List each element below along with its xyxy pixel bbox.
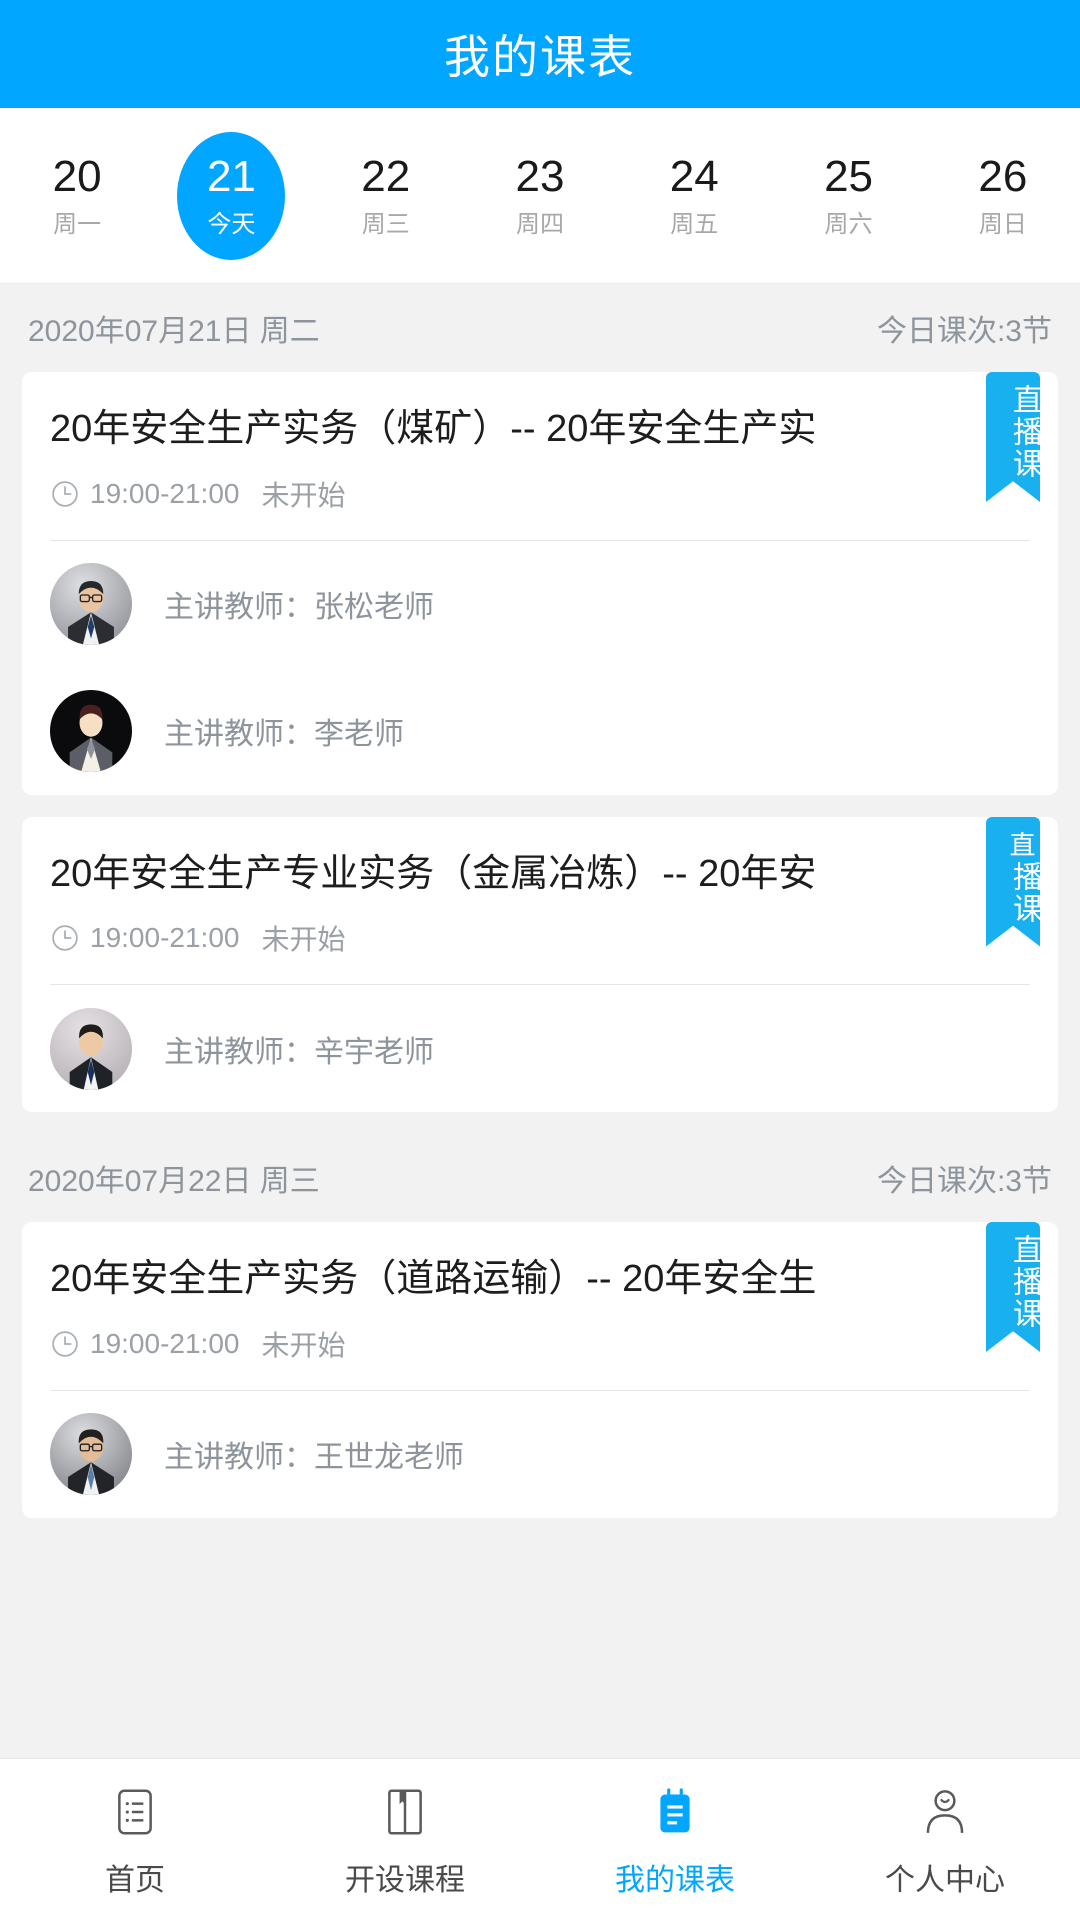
day-number: 21 xyxy=(206,151,256,201)
notepad-icon xyxy=(647,1781,703,1843)
course-time: 19:00-21:00 xyxy=(90,477,240,509)
teacher-row[interactable]: 主讲教师：张松老师 xyxy=(22,541,1058,668)
nav-item-profile[interactable]: 个人中心 xyxy=(810,1759,1080,1920)
nav-item-schedule[interactable]: 我的课表 xyxy=(540,1759,810,1920)
day-pill: 25 周六 xyxy=(795,132,903,260)
day-group-date: 2020年07月22日 周三 xyxy=(28,1165,320,1198)
course-card[interactable]: 直播课 20年安全生产专业实务（金属冶炼）-- 20年安 19:00-21:00… xyxy=(22,816,1058,1112)
day-group-count: 今日课次:3节 xyxy=(876,315,1052,348)
clipped-live-badge: 直 xyxy=(986,826,1040,861)
app-header: 我的课表 xyxy=(0,0,1080,108)
day-number: 26 xyxy=(978,151,1028,201)
course-meta: 19:00-21:00 未开始 xyxy=(50,918,908,958)
day-group-header: 2020年07月21日 周二 今日课次:3节 xyxy=(0,284,1080,372)
clock-icon xyxy=(50,1329,80,1359)
avatar xyxy=(50,1413,132,1495)
day-number: 20 xyxy=(52,151,102,201)
page-title: 我的课表 xyxy=(444,31,636,83)
day-cell-4[interactable]: 24 周五 xyxy=(617,108,771,283)
nav-item-courses[interactable]: 开设课程 xyxy=(270,1759,540,1920)
book-icon xyxy=(377,1781,433,1843)
teacher-row[interactable]: 主讲教师：李老师 xyxy=(22,668,1058,795)
day-weekday-label: 周五 xyxy=(670,210,719,238)
course-title: 20年安全生产实务（煤矿）-- 20年安全生产实 xyxy=(50,408,817,450)
bottom-navigation[interactable]: 首页 开设课程 我的课表 个人中心 xyxy=(0,1758,1080,1920)
day-number: 24 xyxy=(669,151,719,201)
day-cell-5[interactable]: 25 周六 xyxy=(771,108,925,283)
course-time: 19:00-21:00 xyxy=(90,1327,240,1359)
day-pill: 26 周日 xyxy=(949,132,1057,260)
day-cell-1-selected[interactable]: 21 今天 xyxy=(154,108,308,283)
course-meta: 19:00-21:00 未开始 xyxy=(50,1324,908,1364)
day-cell-3[interactable]: 23 周四 xyxy=(463,108,617,283)
day-weekday-label: 周六 xyxy=(824,210,873,238)
avatar xyxy=(50,690,132,772)
clock-icon xyxy=(50,479,80,509)
teacher-row[interactable]: 直 主讲教师：辛宇老师 xyxy=(22,826,1058,1112)
day-number: 22 xyxy=(361,151,411,201)
nav-label: 个人中心 xyxy=(885,1863,1005,1897)
nav-label: 我的课表 xyxy=(615,1863,735,1897)
course-status: 未开始 xyxy=(261,1329,346,1361)
day-number: 25 xyxy=(824,151,874,201)
course-card-header: 20年安全生产实务（煤矿）-- 20年安全生产实 19:00-21:00 未开始 xyxy=(22,372,1058,540)
course-card[interactable]: 直播课 20年安全生产实务（煤矿）-- 20年安全生产实 19:00-21:00… xyxy=(22,372,1058,795)
teacher-name: 主讲教师：张松老师 xyxy=(164,591,434,624)
course-card-header: 20年安全生产实务（道路运输）-- 20年安全生 19:00-21:00 未开始 xyxy=(22,1222,1058,1390)
teacher-name: 主讲教师：李老师 xyxy=(164,718,404,751)
day-weekday-label: 周四 xyxy=(515,210,564,238)
day-weekday-label: 今天 xyxy=(207,210,256,238)
nav-label: 首页 xyxy=(105,1863,165,1897)
person-icon xyxy=(917,1781,973,1843)
avatar xyxy=(50,1007,132,1090)
day-cell-6[interactable]: 26 周日 xyxy=(926,108,1080,283)
app-root: 我的课表 20 周一 21 今天 22 周三 23 周四 24 周五 25 周六… xyxy=(0,0,1080,1920)
day-cell-0[interactable]: 20 周一 xyxy=(0,108,154,283)
teacher-row[interactable]: 主讲教师：王世龙老师 xyxy=(22,1391,1058,1518)
course-status: 未开始 xyxy=(261,924,346,955)
day-weekday-label: 周日 xyxy=(978,210,1027,238)
clock-icon xyxy=(50,923,80,953)
day-cell-2[interactable]: 22 周三 xyxy=(309,108,463,283)
course-card[interactable]: 直播课 20年安全生产实务（道路运输）-- 20年安全生 19:00-21:00… xyxy=(22,1222,1058,1518)
course-meta: 19:00-21:00 未开始 xyxy=(50,474,908,514)
schedule-list[interactable]: 2020年07月21日 周二 今日课次:3节 直播课 20年安全生产实务（煤矿）… xyxy=(0,284,1080,1758)
teacher-name: 主讲教师：辛宇老师 xyxy=(164,1035,434,1069)
day-weekday-label: 周三 xyxy=(361,210,410,238)
nav-item-home[interactable]: 首页 xyxy=(0,1759,270,1920)
day-pill: 24 周五 xyxy=(640,132,748,260)
avatar xyxy=(50,563,132,645)
day-weekday-label: 周一 xyxy=(53,210,102,238)
course-time: 19:00-21:00 xyxy=(90,922,240,953)
day-pill: 23 周四 xyxy=(486,132,594,260)
teacher-name: 主讲教师：王世龙老师 xyxy=(164,1441,464,1474)
day-group-header: 2020年07月22日 周三 今日课次:3节 xyxy=(0,1134,1080,1222)
day-group-count: 今日课次:3节 xyxy=(876,1165,1052,1198)
course-status: 未开始 xyxy=(261,479,346,511)
course-title: 20年安全生产实务（道路运输）-- 20年安全生 xyxy=(50,1258,817,1300)
day-pill: 20 周一 xyxy=(23,132,131,260)
day-pill: 22 周三 xyxy=(332,132,440,260)
nav-label: 开设课程 xyxy=(345,1863,465,1897)
course-title: 20年安全生产专业实务（金属冶炼）-- 20年安 xyxy=(50,852,817,895)
list-icon xyxy=(107,1781,163,1843)
day-pill: 21 今天 xyxy=(177,131,286,260)
course-card-header: 20年安全生产专业实务（金属冶炼）-- 20年安 19:00-21:00 未开始 xyxy=(22,817,1058,985)
day-number: 23 xyxy=(515,151,565,201)
week-date-strip[interactable]: 20 周一 21 今天 22 周三 23 周四 24 周五 25 周六 26 周… xyxy=(0,108,1080,284)
day-group-date: 2020年07月21日 周二 xyxy=(28,315,320,348)
